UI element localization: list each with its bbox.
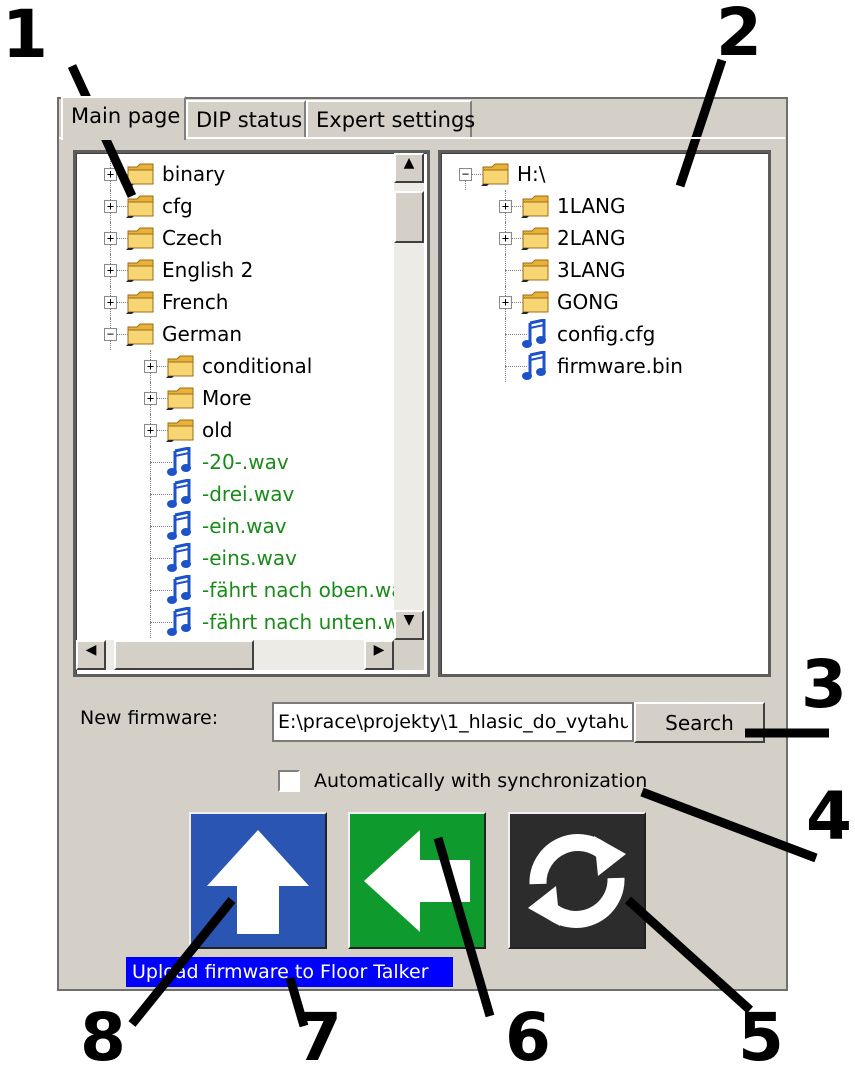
callout-8: 8	[80, 999, 126, 1076]
callout-1: 1	[2, 0, 48, 73]
callout-2: 2	[716, 0, 762, 71]
tab-main-page[interactable]: Main page	[61, 96, 186, 140]
tab-panel	[59, 137, 785, 987]
callout-6: 6	[505, 999, 551, 1076]
callout-3: 3	[801, 646, 847, 723]
callout-4: 4	[806, 778, 852, 855]
callout-7: 7	[296, 999, 342, 1076]
callout-5: 5	[738, 999, 784, 1076]
tab-label: Main page	[71, 104, 181, 128]
